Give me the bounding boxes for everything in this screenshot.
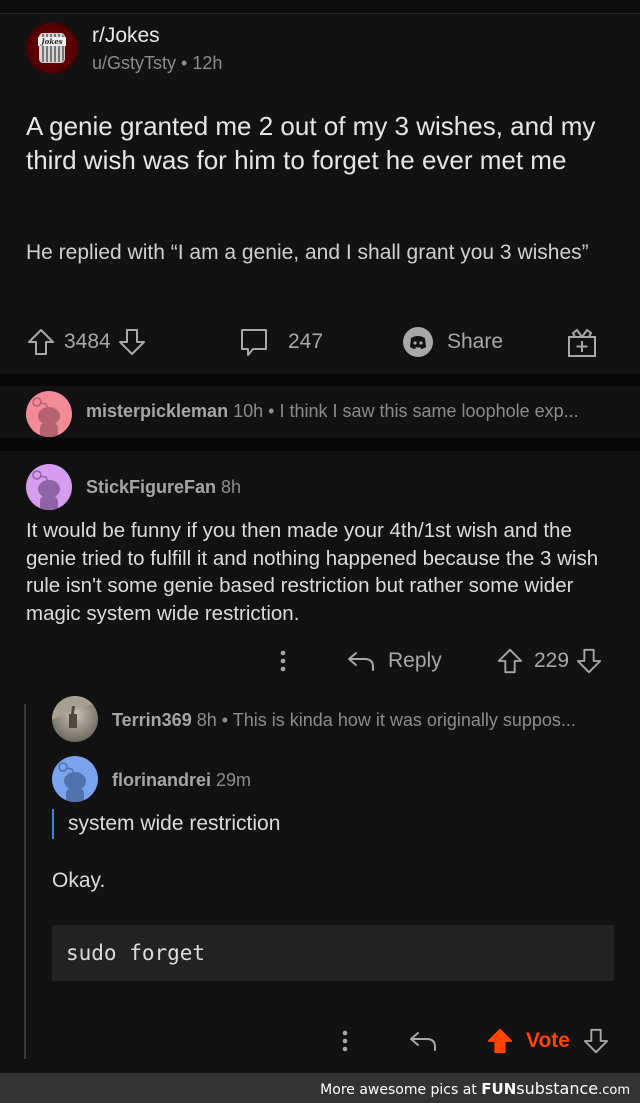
subreddit-name[interactable]: r/Jokes xyxy=(92,24,160,48)
reply-arrow-icon xyxy=(408,1026,438,1056)
avatar[interactable] xyxy=(52,756,98,802)
reply-header: florinandrei 29m xyxy=(112,770,251,791)
comment-age: 8h xyxy=(221,477,242,497)
comment: StickFigureFan 8h It would be funny if y… xyxy=(0,451,640,1071)
post-age: 12h xyxy=(192,53,223,73)
collapsed-reply[interactable]: Terrin369 8h • This is kinda how it was … xyxy=(52,696,576,742)
vote-group: 3484 xyxy=(26,322,147,362)
comment-preview: I think I saw this same loophole exp... xyxy=(279,401,579,421)
meta-separator: • xyxy=(181,53,188,73)
more-vertical-icon xyxy=(334,1026,356,1056)
comment-count: 247 xyxy=(288,330,324,353)
brand-substance: substance xyxy=(516,1079,599,1098)
comment-bubble-icon xyxy=(238,326,270,358)
post-action-bar: 3484 247 Share xyxy=(0,322,640,362)
post-author[interactable]: u/GstyTsty xyxy=(92,53,176,73)
upvote-filled-icon[interactable] xyxy=(486,1027,514,1055)
upvote-icon[interactable] xyxy=(496,647,524,675)
downvote-icon[interactable] xyxy=(575,647,603,675)
avatar[interactable] xyxy=(26,391,72,437)
status-bar xyxy=(0,0,640,14)
reply-text: Okay. xyxy=(52,869,106,892)
share-button[interactable]: Share xyxy=(402,322,503,362)
reply-vote-group: Vote xyxy=(486,1021,610,1061)
post-score: 3484 xyxy=(64,330,111,353)
comment-author[interactable]: florinandrei xyxy=(112,770,211,790)
section-divider xyxy=(0,374,640,386)
avatar[interactable] xyxy=(26,464,72,510)
subreddit-avatar[interactable]: Jokes xyxy=(26,22,78,74)
share-label: Share xyxy=(447,330,504,353)
upvote-icon[interactable] xyxy=(26,327,56,357)
more-vertical-icon xyxy=(272,646,294,676)
brand-tld: .com xyxy=(598,1083,630,1098)
watermark-text: More awesome pics at FUNsubstance.com xyxy=(320,1079,630,1098)
reply-label: Reply xyxy=(388,649,442,672)
meta-separator: • xyxy=(268,401,275,421)
watermark-prefix: More awesome pics at xyxy=(320,1082,482,1098)
reply-button[interactable]: Reply xyxy=(346,641,442,681)
comment-score: 229 xyxy=(534,649,570,672)
thread-line[interactable] xyxy=(24,704,26,1059)
comment-age: 29m xyxy=(216,770,252,790)
reply: florinandrei 29m xyxy=(52,756,251,802)
post: Jokes r/Jokes u/GstyTsty • 12h A genie g… xyxy=(0,14,640,374)
comment-vote-group: 229 xyxy=(496,641,603,681)
gift-icon xyxy=(566,326,598,358)
comment-action-bar: Reply 229 xyxy=(0,641,640,681)
discord-icon xyxy=(402,326,434,358)
collapsed-reply-line: Terrin369 8h • This is kinda how it was … xyxy=(112,710,576,731)
comment-preview: This is kinda how it was originally supp… xyxy=(232,710,576,730)
reply-button[interactable] xyxy=(408,1021,438,1061)
avatar[interactable] xyxy=(52,696,98,742)
comment-age: 10h xyxy=(233,401,264,421)
more-options-button[interactable] xyxy=(334,1021,356,1061)
downvote-icon[interactable] xyxy=(582,1027,610,1055)
comment-age: 8h xyxy=(196,710,217,730)
subreddit-icon-label: Jokes xyxy=(38,37,66,46)
brand-fun: FUN xyxy=(481,1080,517,1098)
comment-author[interactable]: Terrin369 xyxy=(112,710,192,730)
downvote-icon[interactable] xyxy=(117,327,147,357)
vote-label: Vote xyxy=(526,1029,570,1052)
more-options-button[interactable] xyxy=(272,641,294,681)
post-meta: u/GstyTsty • 12h xyxy=(92,53,222,74)
code-block: sudo forget xyxy=(52,925,614,981)
section-divider xyxy=(0,438,640,451)
block-quote: system wide restriction xyxy=(52,809,280,839)
comment-body: It would be funny if you then made your … xyxy=(26,519,599,625)
reply-action-bar: Vote xyxy=(0,1021,640,1061)
reply-arrow-icon xyxy=(346,646,376,676)
collapsed-comment-line: misterpickleman 10h • I think I saw this… xyxy=(86,401,579,422)
comments-button[interactable]: 247 xyxy=(238,322,323,362)
comment-author[interactable]: StickFigureFan xyxy=(86,477,216,497)
meta-separator: • xyxy=(221,710,229,730)
post-body: He replied with “I am a genie, and I sha… xyxy=(26,241,589,264)
award-button[interactable] xyxy=(566,322,598,362)
post-title: A genie granted me 2 out of my 3 wishes,… xyxy=(26,111,596,175)
collapsed-comment[interactable]: misterpickleman 10h • I think I saw this… xyxy=(0,386,640,438)
comment-header: StickFigureFan 8h xyxy=(86,477,241,498)
watermark-footer: More awesome pics at FUNsubstance.com xyxy=(0,1073,640,1103)
comment-author[interactable]: misterpickleman xyxy=(86,401,228,421)
